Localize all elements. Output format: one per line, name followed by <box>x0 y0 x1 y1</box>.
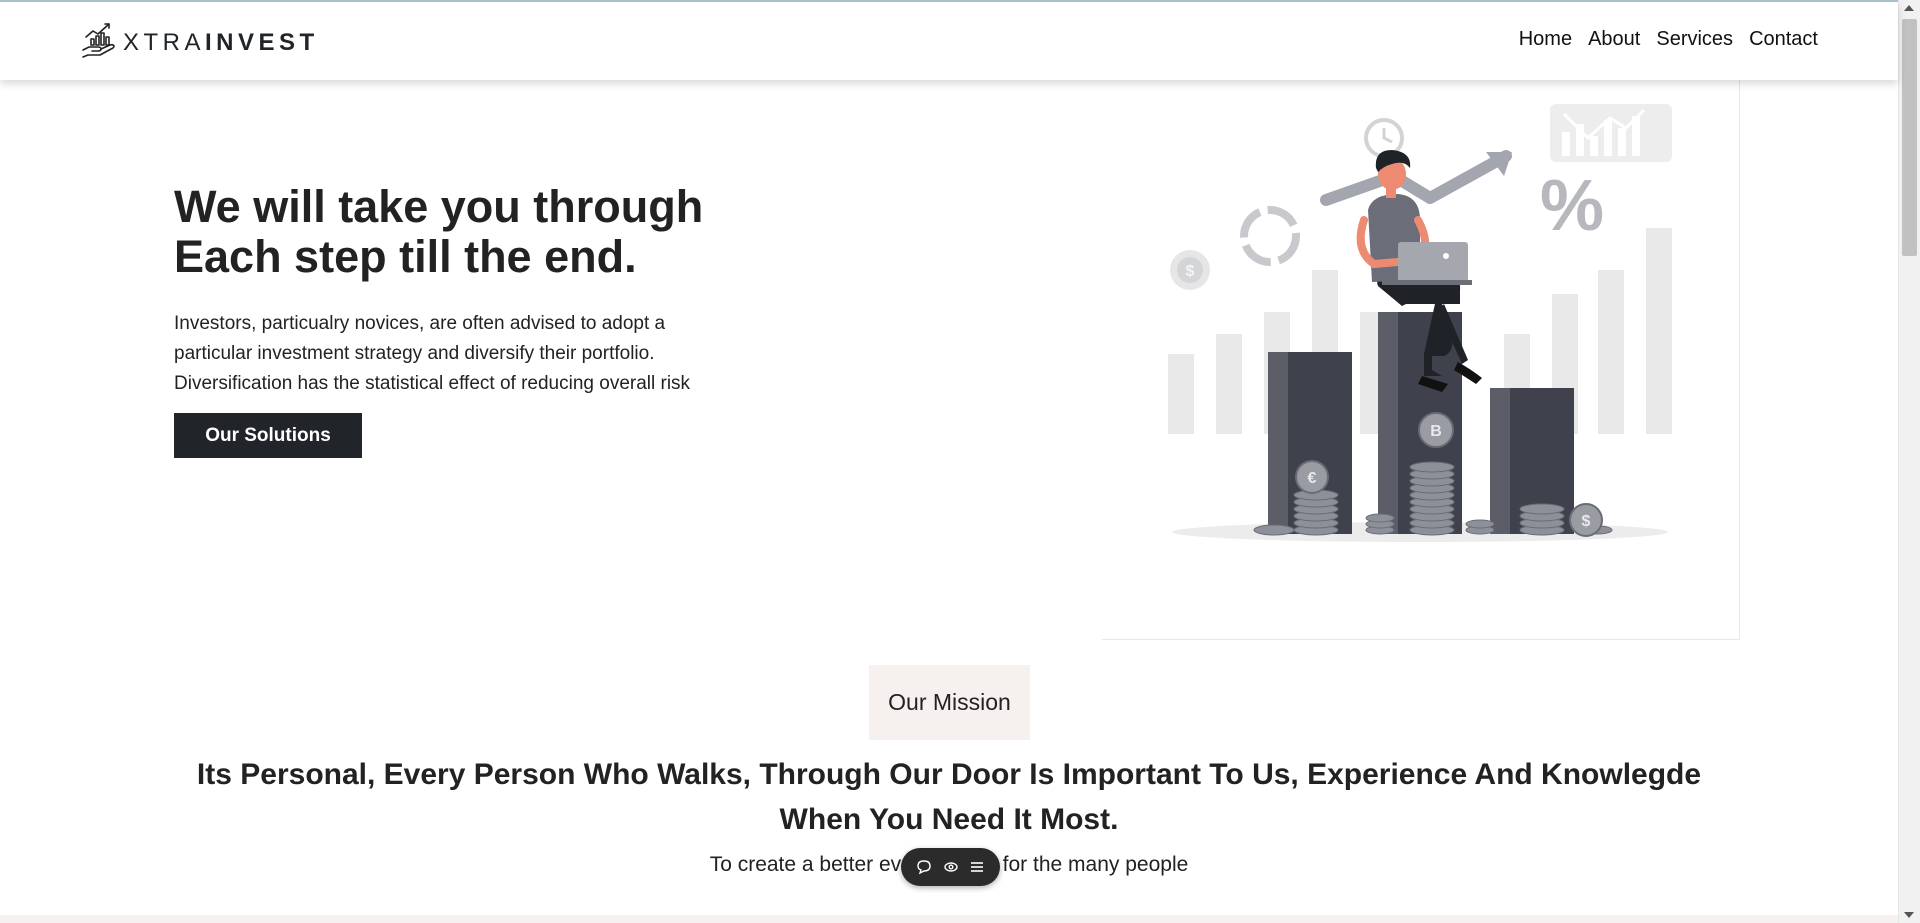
main-nav: Home About Services Contact <box>1519 28 1818 51</box>
hero-text-line2: particular investment strategy and diver… <box>174 343 655 364</box>
scrollbar-thumb[interactable] <box>1902 19 1917 256</box>
hero-title-line2: Each step till the end. <box>174 231 637 282</box>
hero-title: We will take you through Each step till … <box>174 182 814 282</box>
nav-contact-link[interactable]: Contact <box>1749 28 1818 51</box>
mission-heading: Its Personal, Every Person Who Walks, Th… <box>100 752 1798 842</box>
svg-text:B: B <box>1430 423 1442 440</box>
mission-heading-line1: Its Personal, Every Person Who Walks, Th… <box>196 758 1702 791</box>
next-section-strip <box>0 915 1898 923</box>
scroll-down-arrow-icon[interactable] <box>1904 912 1914 918</box>
investor-on-bar-chart-illustration: $ % € B $ <box>1168 104 1672 542</box>
svg-text:€: € <box>1308 470 1317 487</box>
nav-services-link[interactable]: Services <box>1656 28 1733 51</box>
menu-icon[interactable] <box>967 857 987 877</box>
svg-text:%: % <box>1540 166 1604 246</box>
mission-heading-line2: When You Need It Most. <box>779 803 1119 836</box>
nav-home-link[interactable]: Home <box>1519 28 1572 51</box>
our-mission-badge: Our Mission <box>869 665 1030 740</box>
brand-name-bold: INVEST <box>205 28 319 56</box>
hero-description: Investors, particualry novices, are ofte… <box>174 309 734 399</box>
hero-text-line1: Investors, particualry novices, are ofte… <box>174 313 666 334</box>
nav-about-link[interactable]: About <box>1588 28 1640 51</box>
floating-toolbar[interactable] <box>901 848 1000 886</box>
hand-chart-icon <box>80 20 120 65</box>
brand-logo[interactable]: XTRAINVEST <box>80 20 319 65</box>
navbar: XTRAINVEST Home About Services Contact <box>0 2 1898 80</box>
eye-icon[interactable] <box>941 857 961 877</box>
hero-text-line3: Diversification has the statistical effe… <box>174 373 691 394</box>
brand-name-light: XTRA <box>123 28 206 56</box>
brand-name: XTRAINVEST <box>123 29 319 57</box>
scroll-up-arrow-icon[interactable] <box>1904 5 1914 11</box>
svg-text:$: $ <box>1582 513 1591 530</box>
page-scrollbar[interactable] <box>1898 0 1920 923</box>
chat-icon[interactable] <box>914 857 934 877</box>
hero-title-line1: We will take you through <box>174 181 704 232</box>
our-solutions-button[interactable]: Our Solutions <box>174 413 362 458</box>
svg-text:$: $ <box>1186 263 1195 280</box>
hero-illustration: $ % € B $ <box>1102 80 1740 640</box>
